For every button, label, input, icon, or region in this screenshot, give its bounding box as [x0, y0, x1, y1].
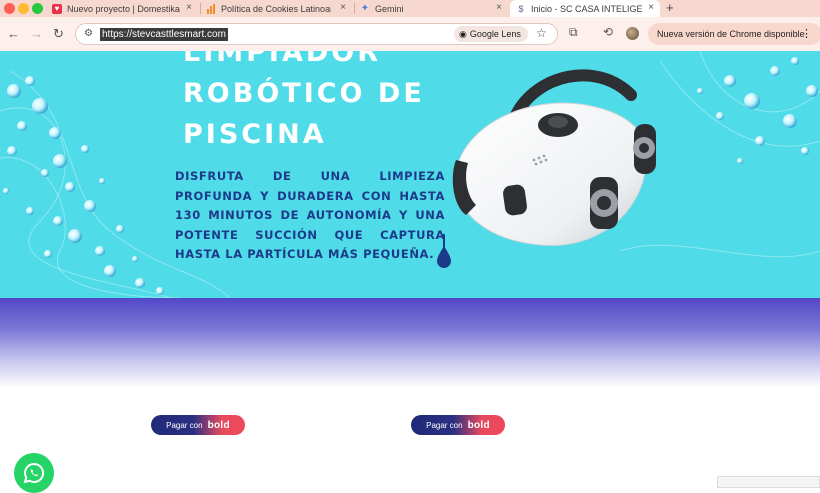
url-text[interactable]: https://stevcasttlesmart.com	[100, 28, 228, 41]
hero-title-line-3: PISCINA	[183, 119, 327, 150]
address-bar[interactable]: ⚙ https://stevcasttlesmart.com ◉ Google …	[75, 23, 558, 45]
close-tab-icon[interactable]: ×	[648, 2, 654, 13]
close-window-button[interactable]	[4, 3, 15, 14]
maximize-window-button[interactable]	[32, 3, 43, 14]
gradient-section	[0, 298, 820, 388]
close-tab-icon[interactable]: ×	[186, 2, 192, 13]
forward-arrow-icon[interactable]: →	[30, 26, 43, 42]
lens-icon: ◉	[459, 28, 467, 39]
whatsapp-button[interactable]	[14, 453, 54, 493]
browser-toolbar: ← → ↻ ⚙ https://stevcasttlesmart.com ◉ G…	[0, 17, 820, 51]
tab-domestika[interactable]: ♥ Nuevo proyecto | Domestika ×	[50, 0, 198, 17]
back-arrow-icon[interactable]: ←	[7, 26, 20, 42]
chrome-update-button[interactable]: Nueva versión de Chrome disponible ⋮	[648, 23, 820, 45]
sync-icon[interactable]: ⟲	[603, 25, 613, 39]
google-lens-button[interactable]: ◉ Google Lens	[454, 26, 528, 42]
tab-inicio[interactable]: $ Inicio - SC CASA INTELIGENTE ×	[510, 0, 660, 17]
hero-description: Disfruta de una limpieza profunda y dura…	[175, 169, 445, 261]
new-tab-button[interactable]: +	[666, 0, 674, 16]
minimize-window-button[interactable]	[18, 3, 29, 14]
pay-with-bold-button[interactable]: Pagar con bold	[411, 415, 505, 435]
menu-dots-icon[interactable]: ⋮	[801, 27, 812, 40]
tab-separator	[200, 3, 201, 14]
hero-title-line-2: ROBÓTICO DE	[183, 78, 425, 109]
pay-with-bold-button[interactable]: Pagar con bold	[151, 415, 245, 435]
tab-strip: ♥ Nuevo proyecto | Domestika × Política …	[0, 0, 820, 17]
domestika-icon: ♥	[52, 3, 62, 14]
chart-icon	[206, 3, 216, 14]
site-settings-icon[interactable]: ⚙	[84, 28, 93, 39]
extensions-icon[interactable]: ⧉	[569, 25, 578, 40]
profile-avatar[interactable]	[626, 27, 639, 40]
bookmark-star-icon[interactable]: ☆	[536, 26, 547, 40]
hero-title-line-1: LIMPIADOR	[183, 51, 382, 68]
close-tab-icon[interactable]: ×	[496, 2, 502, 13]
hero-banner: LIMPIADOR ROBÓTICO DE PISCINA Disfruta d…	[0, 51, 820, 298]
gemini-icon: ✦	[360, 3, 370, 14]
recaptcha-badge[interactable]	[717, 476, 820, 488]
site-icon: $	[518, 3, 524, 14]
tab-cookies[interactable]: Política de Cookies Latinoam ×	[206, 0, 352, 17]
tab-gemini[interactable]: ✦ Gemini ×	[360, 0, 508, 17]
tab-separator	[354, 3, 355, 14]
whatsapp-icon	[23, 462, 45, 484]
bold-logo: bold	[207, 419, 230, 431]
bold-logo: bold	[467, 419, 490, 431]
close-tab-icon[interactable]: ×	[340, 2, 346, 13]
pool-robot-image	[452, 69, 656, 246]
reload-icon[interactable]: ↻	[53, 26, 64, 42]
